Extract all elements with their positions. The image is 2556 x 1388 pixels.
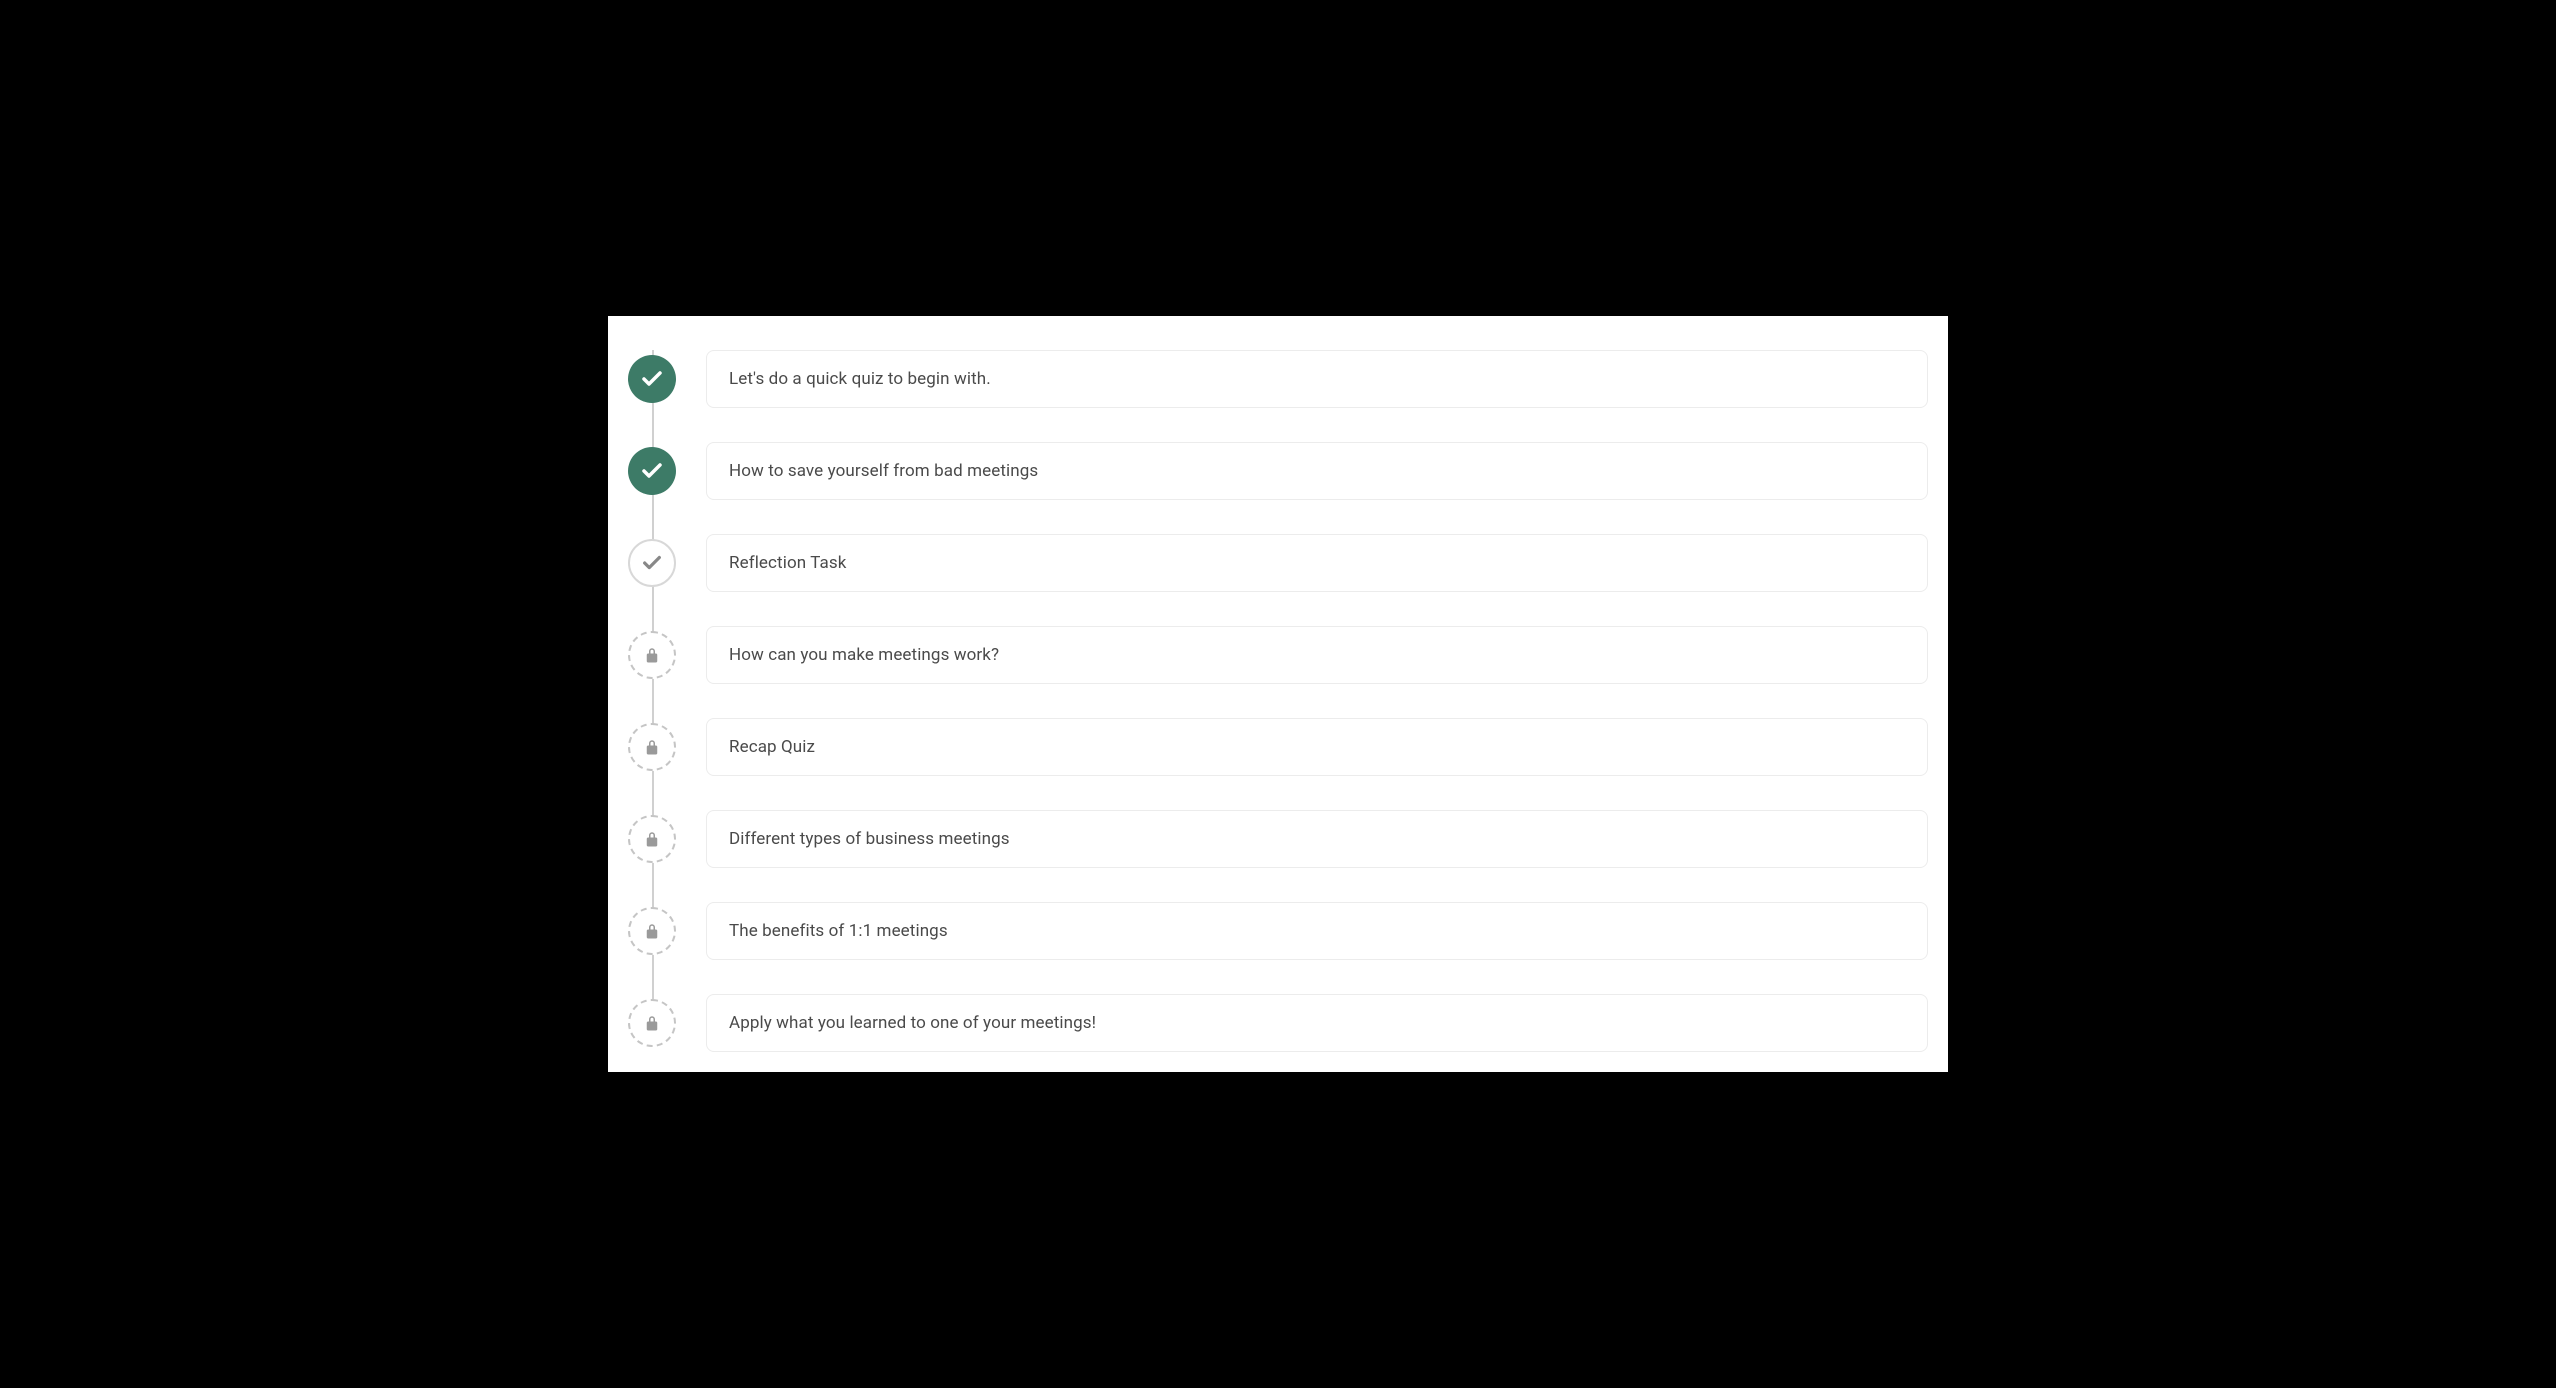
lesson-title: Let's do a quick quiz to begin with. bbox=[729, 369, 991, 389]
lesson-card: Recap Quiz bbox=[706, 718, 1928, 776]
lesson-card[interactable]: How to save yourself from bad meetings bbox=[706, 442, 1928, 500]
status-badge-locked bbox=[628, 907, 676, 955]
lesson-item: Different types of business meetings bbox=[628, 810, 1928, 868]
lock-icon bbox=[643, 830, 661, 848]
lesson-title: The benefits of 1:1 meetings bbox=[729, 921, 948, 941]
lesson-card: The benefits of 1:1 meetings bbox=[706, 902, 1928, 960]
lesson-item[interactable]: Let's do a quick quiz to begin with. bbox=[628, 350, 1928, 408]
lesson-title: Apply what you learned to one of your me… bbox=[729, 1013, 1096, 1033]
lesson-item[interactable]: Reflection Task bbox=[628, 534, 1928, 592]
lesson-title: How to save yourself from bad meetings bbox=[729, 461, 1038, 481]
status-badge-completed bbox=[628, 447, 676, 495]
check-icon bbox=[641, 552, 663, 574]
lesson-title: How can you make meetings work? bbox=[729, 645, 999, 665]
lesson-card: Different types of business meetings bbox=[706, 810, 1928, 868]
course-progress-panel: Let's do a quick quiz to begin with. How… bbox=[608, 316, 1948, 1072]
status-badge-current bbox=[628, 539, 676, 587]
lesson-item: How can you make meetings work? bbox=[628, 626, 1928, 684]
lesson-list: Let's do a quick quiz to begin with. How… bbox=[628, 350, 1928, 1052]
lesson-item[interactable]: How to save yourself from bad meetings bbox=[628, 442, 1928, 500]
check-icon bbox=[640, 367, 664, 391]
lesson-card[interactable]: Reflection Task bbox=[706, 534, 1928, 592]
lesson-card: How can you make meetings work? bbox=[706, 626, 1928, 684]
lock-icon bbox=[643, 738, 661, 756]
lesson-title: Recap Quiz bbox=[729, 737, 815, 757]
lesson-item: The benefits of 1:1 meetings bbox=[628, 902, 1928, 960]
lock-icon bbox=[643, 1014, 661, 1032]
status-badge-completed bbox=[628, 355, 676, 403]
status-badge-locked bbox=[628, 815, 676, 863]
lock-icon bbox=[643, 922, 661, 940]
lock-icon bbox=[643, 646, 661, 664]
lesson-item: Recap Quiz bbox=[628, 718, 1928, 776]
lesson-title: Different types of business meetings bbox=[729, 829, 1010, 849]
lesson-card: Apply what you learned to one of your me… bbox=[706, 994, 1928, 1052]
status-badge-locked bbox=[628, 999, 676, 1047]
status-badge-locked bbox=[628, 631, 676, 679]
lesson-card[interactable]: Let's do a quick quiz to begin with. bbox=[706, 350, 1928, 408]
status-badge-locked bbox=[628, 723, 676, 771]
lesson-title: Reflection Task bbox=[729, 553, 846, 573]
check-icon bbox=[640, 459, 664, 483]
lesson-item: Apply what you learned to one of your me… bbox=[628, 994, 1928, 1052]
